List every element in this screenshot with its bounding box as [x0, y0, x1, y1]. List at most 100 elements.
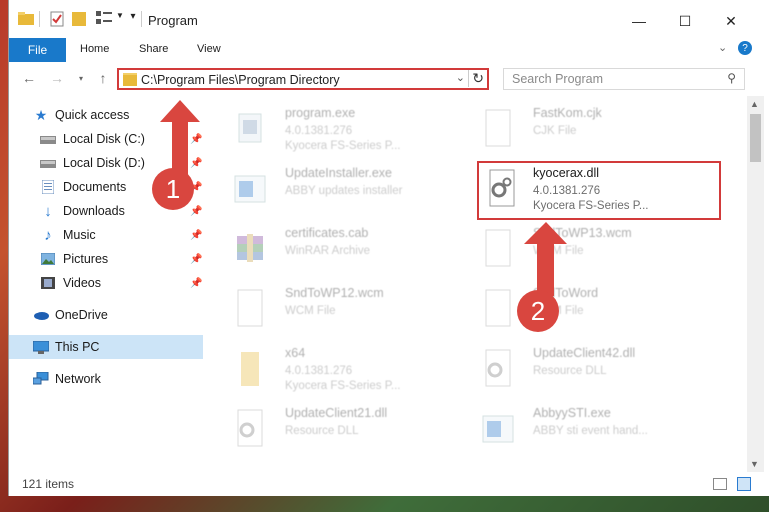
folder-icon	[233, 348, 267, 390]
file-type: ABBY updates installer	[285, 185, 403, 197]
file-item-certificates-cab[interactable]: certificates.cab WinRAR Archive	[219, 222, 459, 278]
address-path: C:\Program Files\Program Directory	[141, 73, 340, 87]
pin-icon: 📌	[190, 229, 203, 241]
search-input[interactable]: Search Program ⚲	[503, 68, 745, 90]
star-icon: ★	[34, 106, 48, 123]
cloud-icon	[33, 308, 49, 322]
drive-icon	[40, 156, 56, 170]
file-item-sndtowp13[interactable]: SndToWP13.wcm WCM File	[467, 222, 707, 278]
vertical-scrollbar[interactable]: ▲ ▼	[747, 96, 764, 472]
chevron-down-icon[interactable]: ⌄	[456, 71, 465, 84]
properties-icon[interactable]	[49, 11, 65, 27]
close-button[interactable]: ✕	[708, 8, 754, 34]
item-count: 121 items	[22, 477, 75, 491]
customize-toolbar-icon[interactable]: ▾	[127, 11, 139, 22]
file-name: SndToWP12.wcm	[285, 286, 384, 300]
refresh-icon[interactable]: ↻	[468, 70, 484, 87]
archive-icon	[233, 228, 267, 270]
file-icon	[233, 288, 267, 330]
file-name: SndToWP13.wcm	[533, 226, 632, 240]
status-bar: 121 items	[9, 474, 769, 496]
file-name: FastKom.cjk	[533, 106, 602, 120]
file-tab[interactable]: File	[9, 38, 66, 62]
sidebar-item-pictures[interactable]: Pictures 📌	[9, 247, 203, 271]
separator	[39, 11, 42, 27]
file-version: 4.0.1381.276	[285, 125, 353, 137]
file-name: certificates.cab	[285, 226, 369, 240]
highlight-box	[477, 161, 721, 220]
file-description: Kyocera FS-Series P...	[285, 140, 401, 152]
installer-icon	[233, 168, 267, 210]
file-list: program.exe 4.0.1381.276 Kyocera FS-Seri…	[219, 96, 743, 470]
sidebar-item-music[interactable]: ♪ Music 📌	[9, 223, 203, 247]
sidebar-item-label: Local Disk (C:)	[63, 132, 145, 146]
explorer-window: ▼ ▾ Program — ☐ ✕ File Home Share View ⌄…	[8, 0, 769, 496]
callout-badge: 2	[517, 290, 559, 332]
forward-arrow-icon[interactable]: →	[46, 68, 68, 88]
download-icon: ↓	[44, 202, 52, 220]
ribbon: File Home Share View ⌄ ?	[9, 38, 769, 63]
file-item-program-exe[interactable]: program.exe 4.0.1381.276 Kyocera FS-Seri…	[219, 102, 459, 158]
scroll-up-icon[interactable]: ▲	[750, 99, 759, 109]
back-arrow-icon[interactable]: ←	[18, 68, 40, 88]
sidebar-item-videos[interactable]: Videos 📌	[9, 271, 203, 295]
file-name: UpdateInstaller.exe	[285, 166, 393, 180]
file-name: UpdateClient21.dll	[285, 406, 388, 420]
file-item-updateclient42[interactable]: UpdateClient42.dll Resource DLL	[467, 342, 707, 398]
minimize-button[interactable]: —	[616, 8, 662, 34]
scroll-thumb[interactable]	[750, 114, 761, 162]
sidebar-item-label: Downloads	[63, 204, 125, 218]
tab-home[interactable]: Home	[80, 43, 109, 55]
sidebar-item-onedrive[interactable]: OneDrive	[9, 303, 203, 327]
exe-icon	[481, 408, 515, 450]
file-name: program.exe	[285, 106, 356, 120]
up-arrow-icon[interactable]: ↑	[92, 68, 114, 88]
sidebar-item-label: Network	[55, 372, 101, 386]
sidebar-item-label: Pictures	[63, 252, 109, 266]
search-icon: ⚲	[727, 71, 736, 85]
scroll-down-icon[interactable]: ▼	[750, 459, 759, 469]
sidebar-item-network[interactable]: Network	[9, 367, 203, 391]
details-view-icon[interactable]	[713, 478, 727, 490]
maximize-button[interactable]: ☐	[662, 8, 708, 34]
file-version: 4.0.1381.276	[285, 365, 353, 377]
new-folder-icon[interactable]	[71, 11, 87, 27]
documents-icon	[40, 180, 56, 194]
file-item-sndtoword[interactable]: SndToWord WCM File	[467, 282, 707, 338]
sidebar-item-label: Local Disk (D:)	[63, 156, 145, 170]
exe-icon	[233, 108, 267, 150]
file-item-abbyysti[interactable]: AbbyySTI.exe ABBY sti event hand...	[467, 402, 707, 458]
dll-gear-icon	[481, 348, 515, 390]
file-item-fastkom[interactable]: FastKom.cjk CJK File	[467, 102, 707, 158]
tiles-view-icon[interactable]	[737, 477, 751, 491]
sidebar-item-quick-access[interactable]: ★ Quick access	[9, 103, 203, 127]
address-bar[interactable]: C:\Program Files\Program Directory ⌄ ↻	[117, 68, 489, 90]
file-icon	[481, 108, 515, 150]
file-type: WCM File	[533, 245, 584, 257]
folder-icon	[123, 73, 137, 86]
file-item-updateclient21[interactable]: UpdateClient21.dll Resource DLL	[219, 402, 459, 458]
help-icon[interactable]: ?	[738, 41, 752, 55]
sidebar-item-this-pc[interactable]: This PC	[9, 335, 203, 359]
file-type: Resource DLL	[533, 365, 607, 377]
tab-share[interactable]: Share	[139, 43, 168, 55]
file-type: WinRAR Archive	[285, 245, 370, 257]
pin-icon: 📌	[190, 277, 203, 289]
sidebar-item-label: OneDrive	[55, 308, 108, 322]
navigation-pane: ★ Quick access Local Disk (C:) 📌 Local D…	[9, 96, 211, 470]
computer-icon	[33, 340, 49, 354]
chevron-down-icon[interactable]: ▼	[115, 11, 125, 20]
videos-icon	[40, 276, 56, 290]
chevron-down-icon[interactable]: ⌄	[718, 41, 727, 54]
file-type: CJK File	[533, 125, 577, 137]
sidebar-item-local-disk-c[interactable]: Local Disk (C:) 📌	[9, 127, 203, 151]
view-options-icon[interactable]	[93, 11, 115, 25]
file-item-sndtowp12[interactable]: SndToWP12.wcm WCM File	[219, 282, 459, 338]
file-item-updateinstaller[interactable]: UpdateInstaller.exe ABBY updates install…	[219, 162, 459, 218]
recent-locations-icon[interactable]: ▾	[70, 68, 92, 88]
title-bar: ▼ ▾ Program — ☐ ✕	[9, 0, 769, 40]
file-item-x64[interactable]: x64 4.0.1381.276 Kyocera FS-Series P...	[219, 342, 459, 398]
tab-view[interactable]: View	[197, 43, 221, 55]
folder-icon	[18, 11, 34, 25]
sidebar-item-label: Documents	[63, 180, 127, 194]
